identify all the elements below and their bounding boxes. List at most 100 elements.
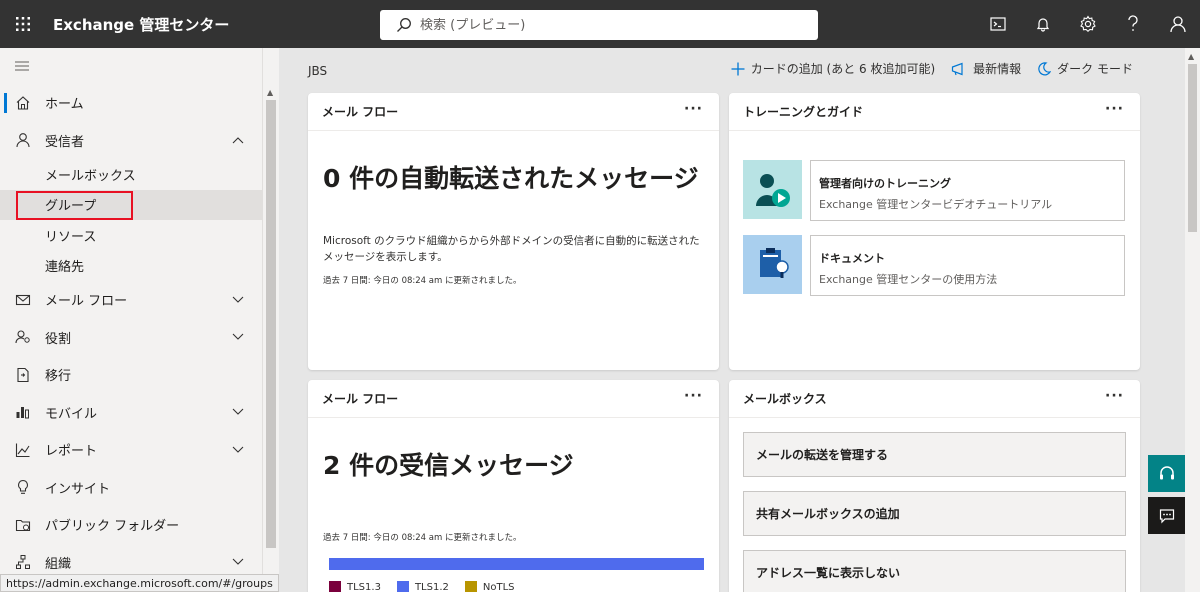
legend-label: TLS1.2 — [414, 581, 449, 592]
card-title: メールボックス — [743, 392, 827, 406]
nav-label-migration: 移行 — [45, 369, 72, 385]
hide-from-address-list-button[interactable]: アドレス一覧に表示しない — [743, 550, 1126, 592]
plus-icon — [731, 62, 745, 75]
nav-scrollbar-thumb[interactable] — [266, 100, 276, 548]
nav-sub-item-contacts[interactable]: 連絡先 — [0, 251, 262, 282]
nav-item-insights[interactable]: インサイト — [0, 469, 262, 507]
search-box[interactable] — [380, 10, 818, 40]
chevron-down-icon — [230, 442, 246, 458]
app-title[interactable]: Exchange 管理センター — [53, 14, 229, 35]
feedback-icon — [1159, 508, 1174, 523]
chevron-down-icon — [230, 404, 246, 420]
guide-title: 管理者向けのトレーニング — [819, 177, 951, 190]
nav-label-mobile: モバイル — [45, 406, 98, 422]
video-tutorial-icon — [743, 160, 802, 219]
nav-sub-item-groups[interactable]: グループ — [0, 189, 262, 220]
hamburger-icon — [15, 61, 29, 71]
chevron-down-icon — [230, 554, 246, 570]
chevron-up-icon — [230, 132, 246, 148]
feedback-button[interactable] — [1148, 497, 1185, 534]
dark-mode-toggle[interactable]: ダーク モード — [1037, 60, 1133, 77]
nav-label-reports: レポート — [45, 444, 98, 460]
legend-item-notls[interactable]: NoTLS — [464, 581, 515, 592]
more-options-button[interactable]: ··· — [684, 101, 703, 117]
more-options-button[interactable]: ··· — [1105, 388, 1124, 404]
chart-legend: TLS1.3 TLS1.2 NoTLS — [329, 581, 515, 592]
megaphone-icon — [952, 62, 963, 75]
scroll-up-arrow-icon[interactable]: ▲ — [1188, 52, 1194, 61]
moon-icon — [1038, 61, 1052, 75]
more-options-button[interactable]: ··· — [1105, 101, 1124, 117]
gear-icon[interactable] — [1065, 0, 1110, 48]
search-input[interactable] — [420, 17, 800, 33]
cloud-shell-icon[interactable] — [975, 0, 1020, 48]
card-mail-flow-inbound: メール フロー ··· 2 件の受信メッセージ 過去 7 日間: 今日の 08:… — [308, 380, 719, 592]
nav-label-recipients: 受信者 — [45, 134, 85, 150]
card-title: メール フロー — [322, 105, 399, 119]
nav-item-mail-flow[interactable]: メール フロー — [0, 281, 262, 319]
nav-label-insights: インサイト — [45, 481, 111, 497]
legend-label: NoTLS — [482, 581, 515, 592]
support-button[interactable] — [1148, 455, 1185, 492]
nav-label-public-folders: パブリック フォルダー — [45, 519, 180, 535]
guide-item-documentation[interactable]: ドキュメント Exchange 管理センターの使用方法 — [743, 235, 1125, 296]
legend-item-tls12[interactable]: TLS1.2 — [396, 581, 449, 592]
collapse-nav-button[interactable] — [0, 48, 262, 84]
add-shared-mailbox-button[interactable]: 共有メールボックスの追加 — [743, 491, 1126, 536]
scroll-up-arrow-icon[interactable]: ▲ — [267, 88, 273, 97]
app-launcher-icon[interactable] — [0, 0, 46, 48]
left-navigation: ホーム 受信者 メールボックス グループ リソース 連絡先 メール フロー 役割 — [0, 48, 263, 592]
guide-subtitle: Exchange 管理センタービデオチュートリアル — [819, 198, 1053, 211]
top-bar: Exchange 管理センター — [0, 0, 1200, 48]
card-training-guides: トレーニングとガイド ··· 管理者向けのトレーニング Exchange 管理セ… — [729, 93, 1140, 370]
main-scrollbar[interactable]: ▲ — [1185, 48, 1200, 592]
nav-item-recipients[interactable]: 受信者 — [0, 122, 262, 160]
folder-icon — [14, 516, 32, 534]
main-content: JBS カードの追加 (あと 6 枚追加可能) 最新情報 ダーク モード メール… — [279, 48, 1185, 592]
account-icon[interactable] — [1155, 0, 1200, 48]
legend-item-tls13[interactable]: TLS1.3 — [329, 581, 381, 592]
migration-icon — [14, 366, 32, 384]
more-options-button[interactable]: ··· — [684, 388, 703, 404]
card-headline: 2 件の受信メッセージ — [323, 451, 574, 480]
nav-label-organization: 組織 — [45, 556, 72, 572]
main-scrollbar-thumb[interactable] — [1188, 64, 1197, 232]
card-headline: 0 件の自動転送されたメッセージ — [323, 164, 699, 193]
chevron-down-icon — [230, 292, 246, 308]
dark-mode-label: ダーク モード — [1057, 62, 1133, 76]
nav-sub-item-resources[interactable]: リソース — [0, 220, 262, 251]
nav-sub-item-mailboxes[interactable]: メールボックス — [0, 159, 262, 190]
nav-item-roles[interactable]: 役割 — [0, 319, 262, 357]
nav-label-roles: 役割 — [45, 331, 72, 347]
org-chart-icon — [14, 553, 32, 571]
nav-item-mobile[interactable]: モバイル — [0, 394, 262, 432]
guide-item-admin-training[interactable]: 管理者向けのトレーニング Exchange 管理センタービデオチュートリアル — [743, 160, 1125, 221]
legend-label: TLS1.3 — [347, 581, 381, 592]
nav-scrollbar[interactable]: ▲ — [263, 82, 279, 592]
card-title: メール フロー — [322, 392, 399, 406]
lightbulb-icon — [14, 478, 32, 496]
chevron-down-icon — [230, 329, 246, 345]
guide-subtitle: Exchange 管理センターの使用方法 — [819, 273, 998, 286]
mobile-icon — [14, 403, 32, 421]
browser-status-bar: https://admin.exchange.microsoft.com/#/g… — [0, 574, 279, 592]
add-card-button[interactable]: カードの追加 (あと 6 枚追加可能) — [731, 60, 935, 77]
nav-item-public-folders[interactable]: パブリック フォルダー — [0, 506, 262, 544]
chart-line-icon — [14, 441, 32, 459]
nav-label-mail-flow: メール フロー — [45, 294, 128, 310]
guide-title: ドキュメント — [819, 252, 885, 265]
nav-label-home: ホーム — [45, 97, 84, 113]
organization-name: JBS — [308, 64, 328, 78]
home-icon — [14, 94, 32, 112]
card-description: Microsoft のクラウド組織からから外部ドメインの受信者に自動的に転送され… — [323, 235, 700, 263]
whats-new-label: 最新情報 — [973, 62, 1022, 76]
nav-item-home[interactable]: ホーム — [0, 84, 262, 122]
roles-icon — [14, 328, 32, 346]
nav-item-migration[interactable]: 移行 — [0, 356, 262, 394]
bell-icon[interactable] — [1020, 0, 1065, 48]
tls-distribution-bar[interactable] — [329, 558, 704, 570]
help-icon[interactable] — [1110, 0, 1155, 48]
manage-forwarding-button[interactable]: メールの転送を管理する — [743, 432, 1126, 477]
whats-new-button[interactable]: 最新情報 — [951, 60, 1021, 77]
nav-item-reports[interactable]: レポート — [0, 431, 262, 469]
